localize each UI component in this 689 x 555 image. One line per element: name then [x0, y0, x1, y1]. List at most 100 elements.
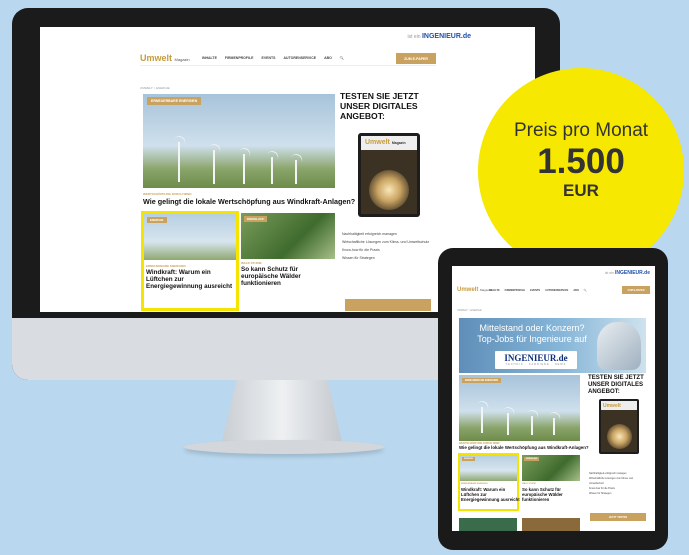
cover-image	[607, 424, 632, 449]
search-icon[interactable]: 🔍	[584, 289, 587, 292]
nav-item-abo[interactable]: ABO	[573, 289, 579, 292]
hero-kicker: WERTSCHÖPFUNG DURCH WIND	[143, 192, 192, 196]
nav-item-firmenprofile[interactable]: FIRMENPROFILE	[225, 56, 254, 60]
card-image: KREISLAUF	[241, 213, 335, 259]
tablet-screen: ist ein INGENIEUR.de Umwelt Magazin INHA…	[452, 266, 655, 531]
price-amount: 1.500	[537, 142, 625, 181]
magazine-cover: Umwelt	[599, 399, 639, 454]
banner-text: Mittelstand oder Konzern? Top-Jobs für I…	[473, 323, 591, 345]
monitor-stand	[222, 380, 342, 442]
hero-tag[interactable]: ERNEUERBARE ENERGIEN	[147, 97, 202, 105]
ingenieur-logo-tagline: TECHNIK · KARRIERE · NEWS	[505, 363, 567, 366]
hero-image[interactable]: ERNEUERBARE ENERGIEN	[143, 94, 335, 188]
card-kicker: WALD STUDIE	[241, 261, 262, 265]
magazine-logo: Umwelt	[603, 403, 621, 409]
nav-item-events[interactable]: EVENTS	[530, 289, 540, 292]
offer-headline: TESTEN SIE JETZT UNSER DIGITALES ANGEBOT…	[588, 374, 654, 395]
partner-line: ist ein INGENIEUR.de	[605, 270, 650, 276]
card-kicker: WALD STUDIE	[522, 483, 536, 485]
nav-item-inhalte[interactable]: INHALTE	[489, 289, 500, 292]
magazine-cover: Umwelt Magazin	[358, 133, 420, 217]
price-bubble: Preis pro Monat 1.500 EUR	[478, 68, 684, 274]
breadcrumb[interactable]: UMWELT > ENERGIE	[457, 309, 482, 312]
partner-line: ist ein INGENIEUR.de	[408, 33, 471, 40]
site-logo[interactable]: Umwelt Magazin	[457, 287, 491, 293]
epaper-button[interactable]: ZUM E-PAPER	[396, 53, 436, 64]
logo-main: Umwelt	[140, 53, 173, 63]
magazine-logo-main: Umwelt	[365, 139, 390, 146]
turbine-icon	[243, 154, 245, 184]
article-card[interactable]: KREISLAUF WALD STUDIE So kann Schutz für…	[241, 213, 335, 309]
banner-line: Mittelstand oder Konzern?	[479, 323, 585, 333]
card-image: ENERGIE	[460, 455, 517, 481]
feature-item: Nachhaltigkeit erfolgreich managen	[342, 232, 397, 236]
partner-brand-link[interactable]: INGENIEUR.de	[422, 33, 471, 40]
nav-item-abo[interactable]: ABO	[324, 56, 332, 60]
price-currency: EUR	[563, 181, 599, 200]
feature-list: Nachhaltigkeit erfolgreich managen Wirts…	[342, 230, 429, 262]
card-tag[interactable]: ENERGIE	[147, 217, 167, 223]
breadcrumb[interactable]: UMWELT > ENERGIE	[140, 86, 170, 90]
partner-brand-link[interactable]: INGENIEUR.de	[615, 270, 650, 276]
price-label: Preis pro Monat	[513, 120, 649, 141]
turbine-icon	[295, 160, 297, 184]
card-title-line: Energiegewinnung ausreicht	[461, 497, 520, 502]
nav-item-firmenprofile[interactable]: FIRMENPROFILE	[505, 289, 525, 292]
partner-prefix: ist ein	[604, 271, 614, 275]
offer-headline-line: UNSER DIGITALES	[588, 381, 644, 388]
card-title[interactable]: Windkraft: Warum ein Lüftchen zur Energi…	[146, 269, 236, 290]
feature-item: Wissen für Strategen	[342, 256, 375, 260]
article-card-highlighted[interactable]: ENERGIE ERNEUERBARE ENERGIEN Windkraft: …	[458, 453, 521, 511]
turbine-icon	[213, 150, 215, 184]
nav-item-autorenservice[interactable]: AUTORENSERVICE	[284, 56, 317, 60]
search-icon[interactable]: 🔍	[340, 56, 344, 60]
hero-headline[interactable]: Wie gelingt die lokale Wertschöpfung aus…	[143, 197, 355, 206]
site-header: Umwelt Magazin INHALTE FIRMENPROFILE EVE…	[140, 50, 436, 66]
epaper-button[interactable]: ZUM E-PAPER	[622, 286, 650, 294]
card-kicker: ERNEUERBARE ENERGIEN	[461, 483, 488, 485]
logo-main: Umwelt	[457, 287, 479, 293]
ingenieur-logo: INGENIEUR.de TECHNIK · KARRIERE · NEWS	[495, 351, 577, 369]
card-image: ENERGIE	[144, 214, 236, 260]
offer-headline: TESTEN SIE JETZT UNSER DIGITALES ANGEBOT…	[340, 91, 440, 121]
more-article-image[interactable]	[522, 518, 580, 531]
site-logo[interactable]: Umwelt Magazin	[140, 53, 190, 63]
offer-headline-line: ANGEBOT:	[340, 111, 385, 121]
test-now-button[interactable]: JETZT TESTEN	[590, 513, 646, 521]
magazine-logo: Umwelt Magazin	[365, 139, 406, 146]
card-tag[interactable]: KREISLAUF	[244, 216, 268, 222]
ingenieur-logo-text: INGENIEUR.de	[504, 353, 568, 363]
job-ad-banner[interactable]: Mittelstand oder Konzern? Top-Jobs für I…	[459, 318, 646, 373]
article-card[interactable]: KREISLAUF WALD STUDIE So kann Schutz für…	[522, 455, 580, 509]
nav-item-inhalte[interactable]: INHALTE	[202, 56, 217, 60]
card-title[interactable]: So kann Schutz für europäische Wälder fu…	[522, 487, 582, 502]
more-article-image[interactable]	[459, 518, 517, 531]
card-tag[interactable]: ENERGIE	[462, 457, 476, 461]
card-image: KREISLAUF	[522, 455, 580, 481]
feature-item: Wirtschaftliche Lösungen zum Klima- und …	[342, 240, 430, 244]
test-now-button[interactable]	[345, 299, 431, 311]
card-title[interactable]: So kann Schutz für europäische Wälder fu…	[241, 266, 331, 287]
main-nav: INHALTE FIRMENPROFILE EVENTS AUTORENSERV…	[489, 289, 587, 292]
card-title[interactable]: Windkraft: Warum ein Lüftchen zur Energi…	[461, 487, 521, 502]
hero-image[interactable]: ERNEUERBARE ENERGIEN	[459, 375, 580, 441]
turbine-icon	[481, 407, 483, 433]
robot-icon	[597, 322, 641, 370]
article-card-highlighted[interactable]: ENERGIE ERNEUERBARE ENERGIEN Windkraft: …	[141, 211, 239, 311]
offer-headline-line: TESTEN SIE JETZT	[588, 374, 644, 381]
card-title-line: funktionieren	[522, 497, 550, 502]
card-tag[interactable]: KREISLAUF	[524, 457, 540, 461]
turbine-icon	[178, 142, 180, 182]
nav-item-autorenservice[interactable]: AUTORENSERVICE	[545, 289, 568, 292]
turbine-icon	[271, 157, 273, 184]
offer-headline-line: TESTEN SIE JETZT	[340, 91, 419, 101]
partner-prefix: ist ein	[407, 34, 421, 40]
logo-sub: Magazin	[174, 57, 190, 62]
magazine-cover-screen: Umwelt Magazin	[361, 136, 417, 214]
nav-item-events[interactable]: EVENTS	[262, 56, 276, 60]
monitor-base	[184, 440, 384, 454]
feature-list: Nachhaltigkeit erfolgreich managen Wirts…	[589, 471, 633, 496]
turbine-icon	[507, 413, 509, 435]
turbine-icon	[531, 416, 533, 435]
hero-tag[interactable]: ERNEUERBARE ENERGIEN	[462, 378, 502, 383]
